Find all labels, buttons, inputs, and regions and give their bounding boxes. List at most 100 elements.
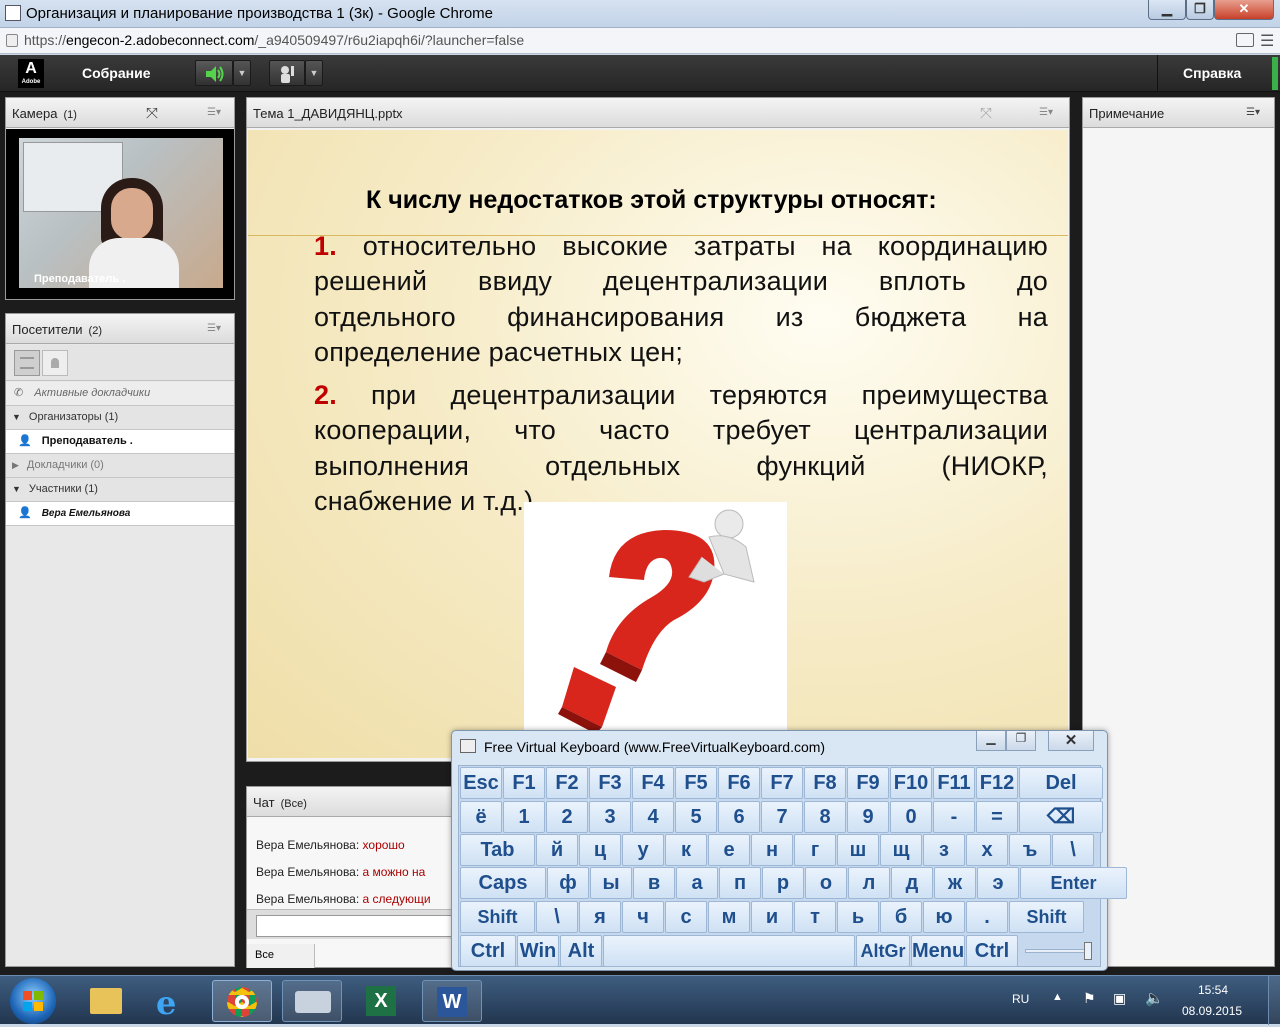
key[interactable]: м [708,901,750,933]
status-button[interactable] [269,60,305,86]
presenters-group[interactable]: ▶ Докладчики (0) [6,454,234,478]
key[interactable]: \ [536,901,578,933]
key[interactable]: F3 [589,767,631,799]
key[interactable]: 9 [847,801,889,833]
key[interactable]: и [751,901,793,933]
pod-menu-icon[interactable]: ☰▾ [202,323,226,335]
taskbar-chrome[interactable] [212,980,272,1022]
key[interactable]: F10 [890,767,932,799]
host-user-row[interactable]: 👤 Преподаватель . [6,430,234,454]
key[interactable]: Win [517,935,559,967]
opacity-slider-handle[interactable] [1084,942,1092,960]
list-view-button[interactable] [14,350,40,376]
key[interactable]: 1 [503,801,545,833]
taskbar-keyboard[interactable] [282,980,342,1022]
key[interactable]: = [976,801,1018,833]
key[interactable]: Shift [460,901,535,933]
address-bar[interactable]: https://engecon-2.adobeconnect.com/_a940… [0,28,1280,54]
chat-input[interactable] [256,915,456,937]
key[interactable]: AltGr [856,935,910,967]
meeting-menu[interactable]: Собрание [82,65,151,81]
key[interactable]: F5 [675,767,717,799]
taskbar-excel[interactable]: X [352,980,412,1022]
clock-date[interactable]: 08.09.2015 [1182,1004,1242,1018]
key[interactable]: Enter [1020,867,1127,899]
close-button[interactable]: ✕ [1214,0,1274,20]
cast-icon[interactable] [1236,33,1254,47]
keyboard-minimize-button[interactable]: ▁ [976,731,1006,751]
help-menu[interactable]: Справка [1183,65,1241,81]
key[interactable]: в [633,867,675,899]
key[interactable]: й [536,834,578,866]
key[interactable]: 8 [804,801,846,833]
key[interactable]: 6 [718,801,760,833]
volume-icon[interactable]: 🔈 [1145,989,1164,1007]
language-indicator[interactable]: RU [1012,992,1029,1006]
key[interactable]: а [676,867,718,899]
key[interactable]: F1 [503,767,545,799]
key[interactable]: п [719,867,761,899]
key[interactable]: F2 [546,767,588,799]
taskbar-explorer[interactable] [76,980,136,1022]
key[interactable]: л [848,867,890,899]
pod-menu-icon[interactable]: ☰▾ [202,107,226,119]
speaker-button[interactable] [195,60,233,86]
key[interactable]: Ctrl [966,935,1018,967]
key[interactable]: ф [547,867,589,899]
key[interactable]: с [665,901,707,933]
flag-icon[interactable]: ⚑ [1083,990,1096,1007]
key[interactable]: ч [622,901,664,933]
status-view-button[interactable] [42,350,68,376]
key-space[interactable] [603,935,855,967]
key[interactable]: д [891,867,933,899]
key[interactable]: Alt [560,935,602,967]
fullscreen-icon[interactable]: ⤧ [980,105,992,122]
key[interactable]: т [794,901,836,933]
key[interactable]: 4 [632,801,674,833]
speaker-dropdown[interactable]: ▼ [233,60,251,86]
key[interactable]: к [665,834,707,866]
key[interactable]: щ [880,834,922,866]
minimize-button[interactable]: ▁ [1148,0,1186,20]
key[interactable]: ц [579,834,621,866]
show-desktop-button[interactable] [1268,976,1280,1025]
status-dropdown[interactable]: ▼ [305,60,323,86]
key[interactable]: Esc [460,767,502,799]
taskbar-ie[interactable]: e [144,980,204,1022]
key[interactable]: Ctrl [460,935,516,967]
key[interactable]: Menu [911,935,965,967]
key[interactable]: \ [1052,834,1094,866]
key[interactable]: э [977,867,1019,899]
pod-menu-icon[interactable]: ☰▾ [1241,107,1265,119]
key[interactable]: Shift [1009,901,1084,933]
keyboard-close-button[interactable]: ✕ [1048,731,1094,751]
pod-menu-icon[interactable]: ☰▾ [1034,107,1058,119]
key[interactable]: ъ [1009,834,1051,866]
key[interactable]: ы [590,867,632,899]
participants-group[interactable]: ▼ Участники (1) [6,478,234,502]
key[interactable]: о [805,867,847,899]
key[interactable]: Del [1019,767,1103,799]
taskbar-word[interactable]: W [422,980,482,1022]
key[interactable]: ё [460,801,502,833]
key[interactable]: - [933,801,975,833]
key[interactable]: ь [837,901,879,933]
key[interactable]: F4 [632,767,674,799]
key[interactable]: 7 [761,801,803,833]
key[interactable]: F8 [804,767,846,799]
key[interactable]: 2 [546,801,588,833]
participant-user-row[interactable]: 👤 Вера Емельянова [6,502,234,526]
hosts-group[interactable]: ▼ Организаторы (1) [6,406,234,430]
key[interactable]: F6 [718,767,760,799]
network-icon[interactable]: ▣ [1113,990,1126,1007]
key[interactable]: е [708,834,750,866]
key[interactable]: ш [837,834,879,866]
key[interactable]: . [966,901,1008,933]
key[interactable]: F9 [847,767,889,799]
menu-icon[interactable]: ☰ [1260,31,1274,51]
start-button[interactable] [10,978,56,1024]
key[interactable]: ю [923,901,965,933]
key[interactable]: р [762,867,804,899]
keyboard-maximize-button[interactable]: ❐ [1006,731,1036,751]
key[interactable]: 0 [890,801,932,833]
